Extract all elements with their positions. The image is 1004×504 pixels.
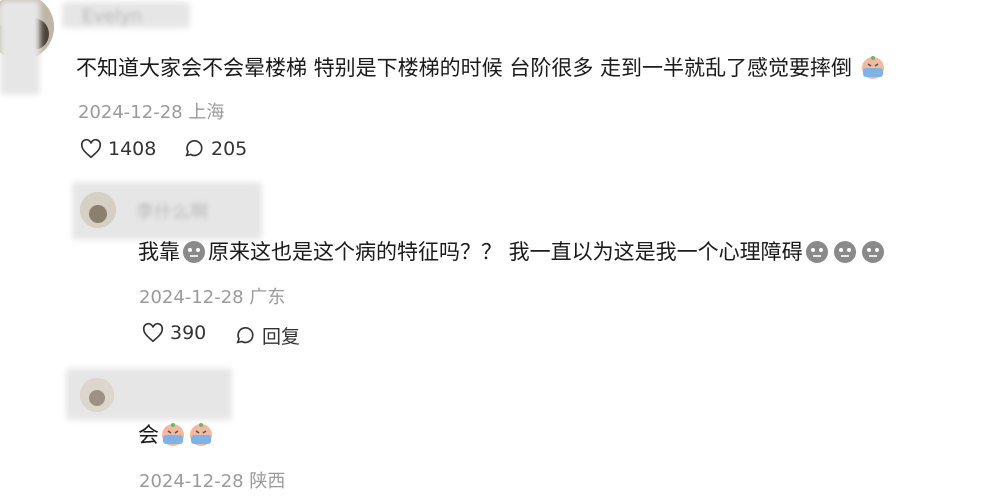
comment-bubble-icon <box>185 139 203 157</box>
speechless-emoji-icon <box>181 238 207 264</box>
username[interactable]: 李什么啊 <box>136 198 208 224</box>
crying-emoji-icon <box>860 54 886 80</box>
avatar[interactable] <box>80 378 114 412</box>
comment-text: 会 <box>138 421 215 449</box>
reply-count: 205 <box>211 138 248 160</box>
comment-bubble-icon <box>236 326 254 344</box>
heart-icon <box>80 138 102 159</box>
speechless-emoji-icon <box>804 238 830 264</box>
avatar[interactable] <box>80 192 116 228</box>
comment-date: 2024-12-28 <box>139 287 244 308</box>
like-count: 1408 <box>108 138 157 160</box>
comment-body-part2: 原来这也是这个病的特征吗？？ 我一直以为这是我一个心理障碍 <box>208 240 803 264</box>
comment-location: 广东 <box>249 287 286 308</box>
reply-button[interactable]: 205 <box>183 138 247 160</box>
like-button[interactable]: 1408 <box>80 138 156 160</box>
comment-meta: 2024-12-28 广东 <box>139 283 285 309</box>
avatar-redaction <box>0 0 40 95</box>
speechless-emoji-icon <box>860 238 886 264</box>
comment-meta: 2024-12-28 陕西 <box>139 467 285 493</box>
crying-emoji-icon <box>160 421 186 447</box>
like-button[interactable]: 390 <box>142 322 206 344</box>
comment-body-part1: 我靠 <box>138 240 180 264</box>
comment-location: 陕西 <box>249 471 286 492</box>
crying-emoji-icon <box>188 421 214 447</box>
comment-text: 我靠 原来这也是这个病的特征吗？？ 我一直以为这是我一个心理障碍 <box>138 238 887 266</box>
comment-date: 2024-12-28 <box>139 471 244 492</box>
like-count: 390 <box>170 322 207 344</box>
comment-meta: 2024-12-28 上海 <box>78 98 224 124</box>
comment-text: 不知道大家会不会晕楼梯 特别是下楼梯的时候 台阶很多 走到一半就乱了感觉要摔倒 <box>76 54 887 82</box>
reply-button[interactable]: 回复 <box>234 322 300 349</box>
speechless-emoji-icon <box>832 238 858 264</box>
reply-label: 回复 <box>262 326 301 348</box>
comment-body: 不知道大家会不会晕楼梯 特别是下楼梯的时候 台阶很多 走到一半就乱了感觉要摔倒 <box>76 56 853 80</box>
comment-body: 会 <box>138 423 159 447</box>
heart-icon <box>142 322 164 343</box>
comment-date: 2024-12-28 <box>78 102 183 123</box>
comment-location: 上海 <box>188 102 225 123</box>
username[interactable]: Evelyn <box>82 6 142 27</box>
